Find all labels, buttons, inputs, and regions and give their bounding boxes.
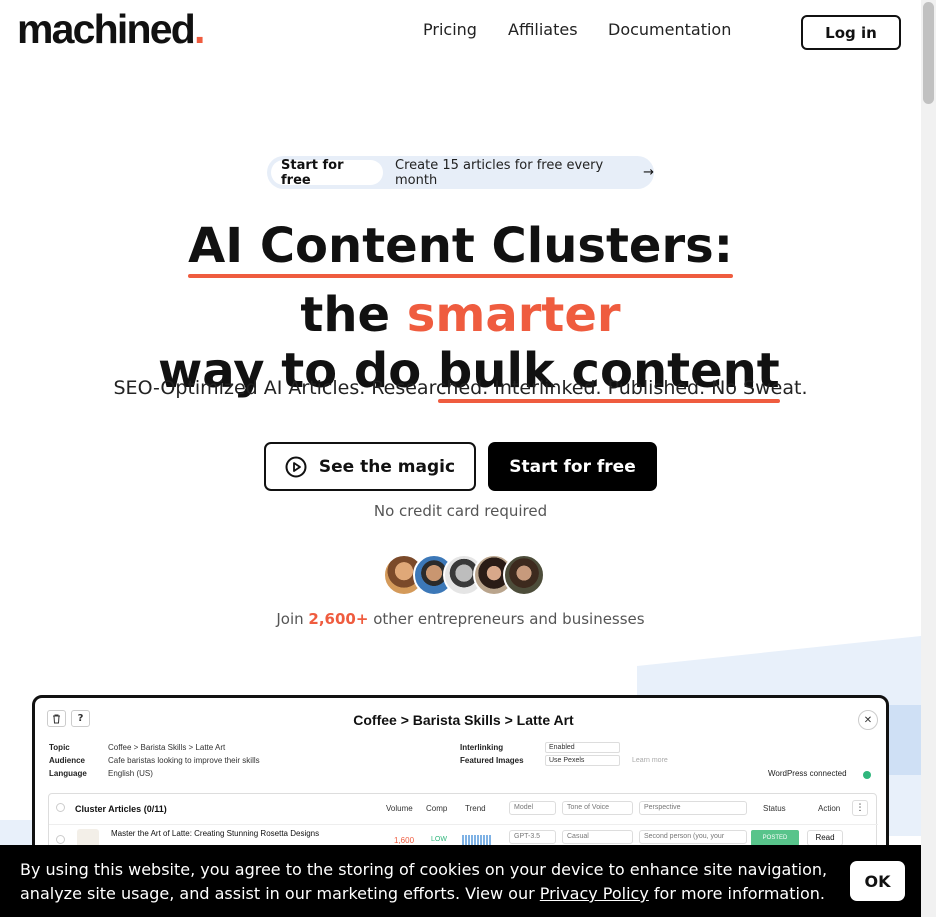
see-magic-button[interactable]: See the magic (264, 442, 476, 491)
cookie-text-after: for more information. (648, 884, 825, 903)
article-model: GPT-3.5 (509, 830, 556, 844)
badge-pill: Start for free (271, 158, 384, 188)
join-suffix: other entrepreneurs and businesses (368, 610, 645, 628)
trend-sparkline (462, 835, 492, 845)
nav-pricing[interactable]: Pricing (423, 20, 477, 39)
col-model: Model (509, 801, 556, 815)
col-trend: Trend (465, 804, 486, 813)
col-comp: Comp (426, 804, 448, 813)
hero-accent-word: smarter (406, 287, 621, 343)
learn-more-link: Learn more (632, 757, 668, 764)
start-free-button[interactable]: Start for free (488, 442, 657, 491)
hero-subhead: SEO-Optimized AI Articles. Researched. I… (113, 377, 808, 399)
col-action: Action (818, 804, 841, 813)
privacy-policy-link[interactable]: Privacy Policy (540, 884, 649, 903)
promo-badge[interactable]: Start for free Create 15 articles for fr… (267, 156, 654, 189)
logo-dot: . (194, 6, 205, 52)
interlinking-select: Enabled (545, 742, 620, 753)
logo-text: machined (17, 6, 196, 52)
cookie-ok-button[interactable]: OK (850, 861, 905, 901)
status-badge: POSTED (751, 830, 799, 846)
images-label: Featured Images (460, 756, 524, 765)
avatar (503, 554, 545, 596)
images-select: Use Pexels (545, 755, 620, 766)
preview-title: Coffee > Barista Skills > Latte Art (353, 712, 574, 728)
badge-text: Create 15 articles for free every month (395, 157, 604, 188)
select-all-checkbox (56, 803, 65, 812)
audience-value: Cafe baristas looking to improve their s… (108, 756, 260, 765)
play-circle-icon (285, 456, 307, 477)
nav-affiliates[interactable]: Affiliates (508, 20, 578, 39)
article-comp: LOW (431, 836, 447, 843)
status-dot (863, 771, 871, 779)
social-proof: Join 2,600+ other entrepreneurs and busi… (0, 610, 921, 628)
hero-title-underlined: AI Content Clusters: (188, 218, 733, 278)
logo[interactable]: machined. (17, 6, 205, 53)
scrollbar-track[interactable] (921, 0, 936, 917)
col-tone: Tone of Voice (562, 801, 633, 815)
audience-label: Audience (49, 756, 86, 765)
hero-title-line1: AI Content Clusters: (0, 218, 921, 278)
cookie-banner: By using this website, you agree to the … (0, 845, 921, 917)
table-title: Cluster Articles (0/11) (75, 804, 167, 814)
interlinking-label: Interlinking (460, 743, 504, 752)
row-checkbox (56, 835, 65, 844)
article-tone: Casual (562, 830, 633, 844)
article-volume: 1,600 (394, 836, 415, 845)
language-label: Language (49, 769, 87, 778)
article-perspective: Second person (you, your (639, 830, 747, 844)
nav-documentation[interactable]: Documentation (608, 20, 731, 39)
more-icon: ⋮ (852, 800, 868, 816)
topic-value: Coffee > Barista Skills > Latte Art (108, 743, 226, 752)
hero-line2-a: the (300, 287, 407, 343)
page: machined. Pricing Affiliates Documentati… (0, 0, 936, 917)
topic-label: Topic (49, 743, 70, 752)
wordpress-status: WordPress connected (768, 769, 847, 778)
avatar-group (383, 554, 545, 596)
scrollbar-thumb[interactable] (923, 2, 934, 104)
cookie-text: By using this website, you agree to the … (20, 858, 830, 906)
join-count: 2,600+ (308, 610, 369, 628)
no-credit-card-note: No credit card required (373, 502, 548, 520)
col-perspective: Perspective (639, 801, 747, 815)
read-button: Read (807, 830, 843, 846)
article-title: Master the Art of Latte: Creating Stunni… (111, 829, 320, 838)
col-volume: Volume (386, 804, 413, 813)
close-icon: ✕ (858, 710, 878, 730)
see-magic-label: See the magic (318, 456, 456, 477)
arrow-right-icon: → (643, 165, 654, 180)
login-button[interactable]: Log in (801, 15, 901, 50)
language-value: English (US) (108, 769, 153, 778)
join-prefix: Join (276, 610, 309, 628)
col-status: Status (763, 804, 786, 813)
